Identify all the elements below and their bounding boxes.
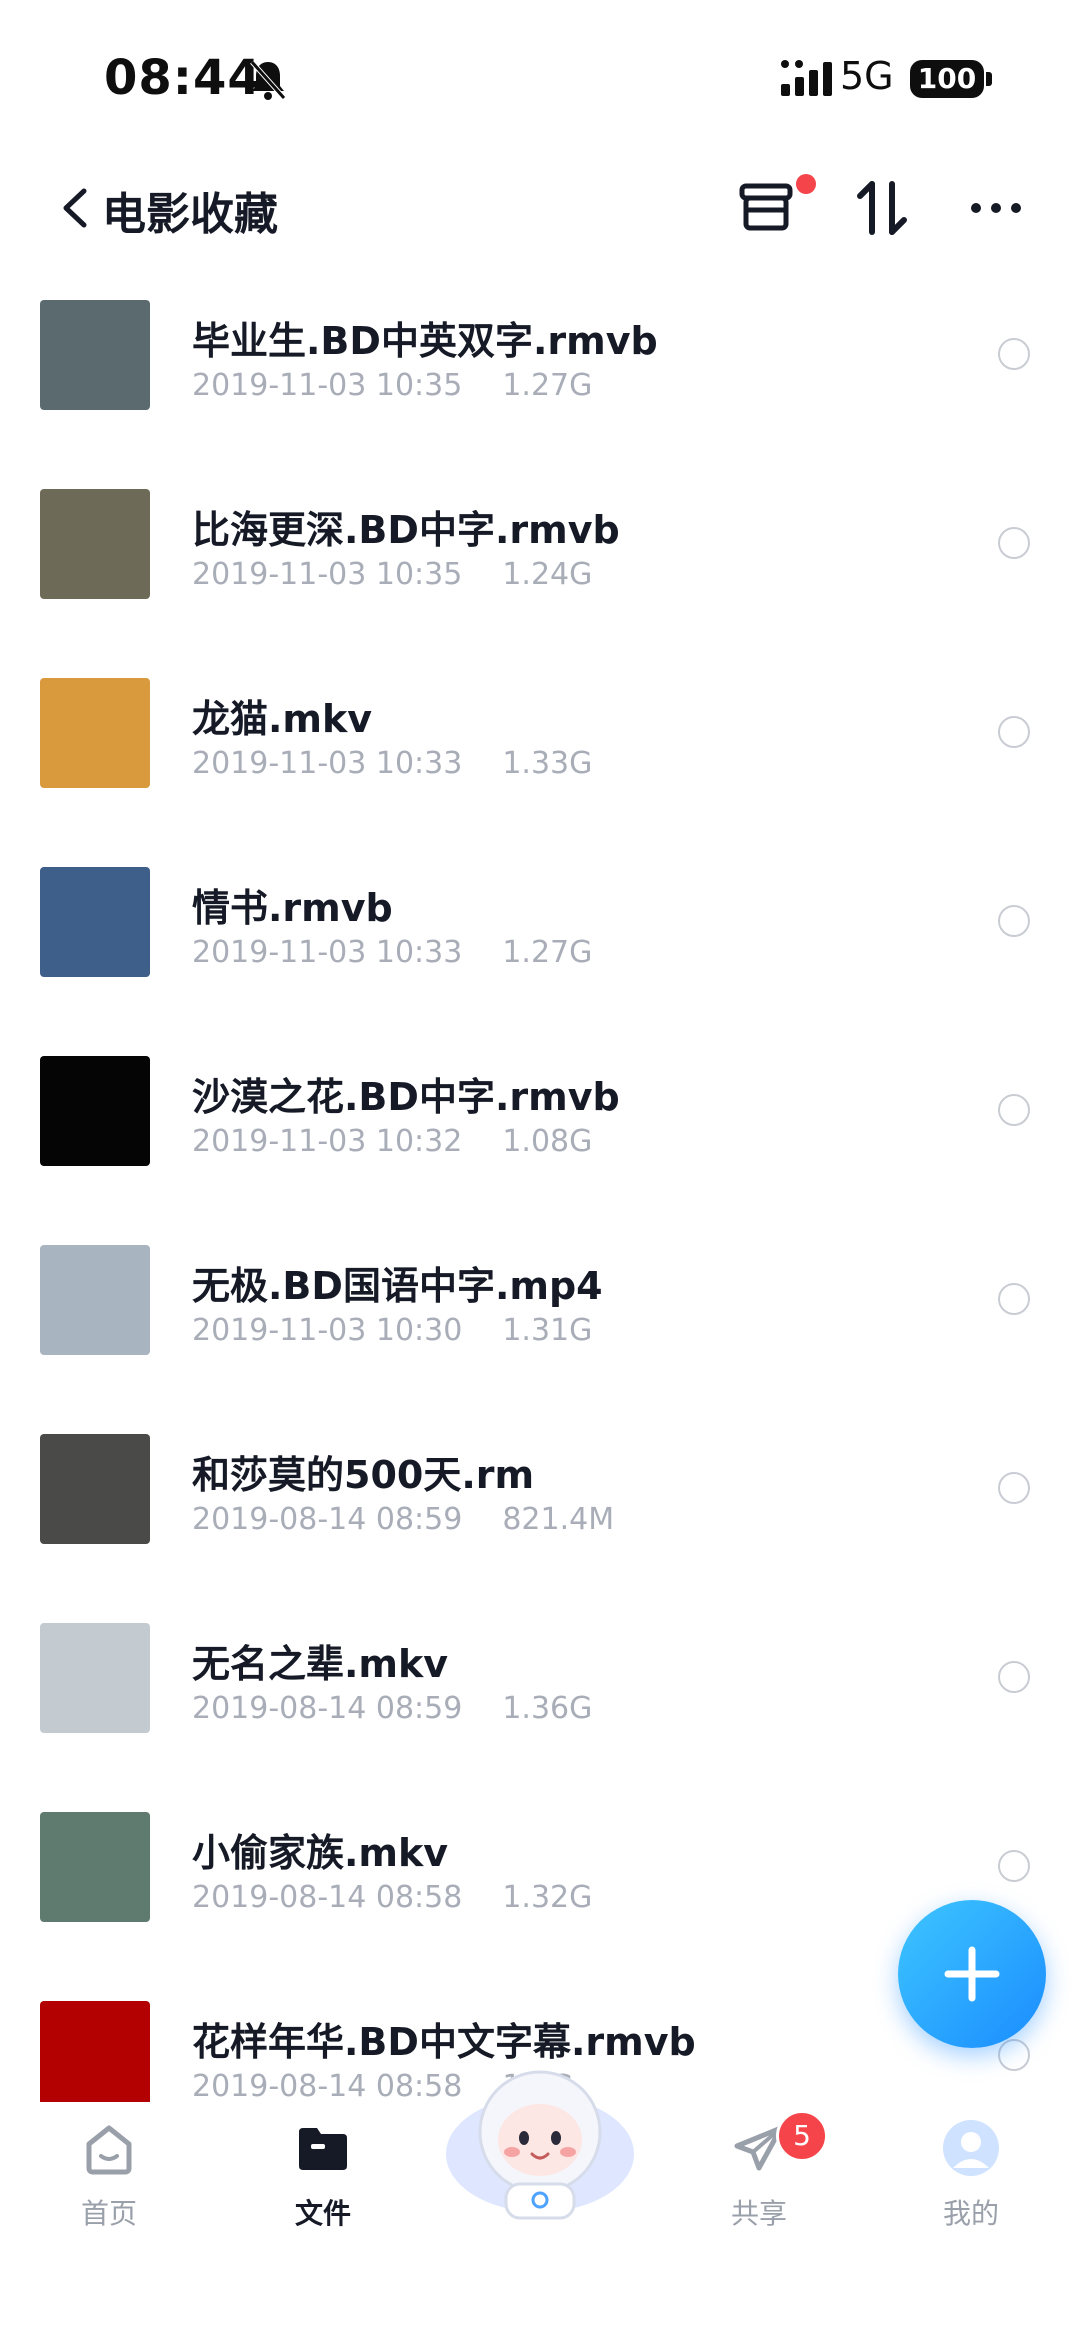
tab-files[interactable]: 文件 [258, 2118, 388, 2238]
video-thumbnail [40, 678, 150, 788]
file-meta: 2019-11-03 10:33 1.33G [192, 746, 592, 781]
file-size: 821.4M [502, 1502, 615, 1537]
sort-icon[interactable] [846, 170, 922, 246]
inbox-tray-icon[interactable] [730, 170, 806, 246]
notification-dot [796, 174, 816, 194]
tab-profile-label: 我的 [942, 2197, 999, 2230]
assistant-mascot-icon[interactable] [440, 2062, 640, 2222]
file-name: 和莎莫的500天.rm [192, 1453, 535, 1497]
select-checkbox[interactable] [998, 1094, 1030, 1126]
select-checkbox[interactable] [998, 527, 1030, 559]
select-checkbox[interactable] [998, 2039, 1030, 2071]
video-thumbnail [40, 1434, 150, 1544]
file-size: 1.32G [502, 1880, 593, 1915]
file-size: 1.27G [502, 935, 593, 970]
file-meta: 2019-11-03 10:30 1.31G [192, 1313, 592, 1348]
video-thumbnail [40, 2001, 150, 2102]
select-checkbox[interactable] [998, 716, 1030, 748]
file-date: 2019-11-03 10:32 [192, 1124, 463, 1159]
video-thumbnail [40, 1812, 150, 1922]
file-date: 2019-08-14 08:58 [192, 2069, 463, 2102]
clock: 08:44 [104, 50, 262, 106]
share-badge: 5 [776, 2110, 828, 2162]
file-meta: 2019-08-14 08:58 1.32G [192, 1880, 592, 1915]
video-thumbnail [40, 1056, 150, 1166]
file-size: 1.33G [502, 746, 593, 781]
more-options-icon[interactable] [960, 170, 1036, 246]
file-name: 无极.BD国语中字.mp4 [192, 1264, 603, 1308]
file-name: 沙漠之花.BD中字.rmvb [192, 1075, 620, 1119]
file-row[interactable]: 无名之辈.mkv 2019-08-14 08:59 1.36G [0, 1603, 1080, 1792]
file-meta: 2019-08-14 08:59 1.36G [192, 1691, 592, 1726]
plus-icon [944, 1946, 1000, 2002]
file-meta: 2019-11-03 10:32 1.08G [192, 1124, 592, 1159]
folder-icon [299, 2128, 347, 2170]
file-row[interactable]: 比海更深.BD中字.rmvb 2019-11-03 10:35 1.24G [0, 469, 1080, 658]
file-date: 2019-11-03 10:30 [192, 1313, 463, 1348]
file-name: 情书.rmvb [192, 886, 393, 930]
file-meta: 2019-11-03 10:35 1.27G [192, 368, 592, 403]
page-title: 电影收藏 [102, 189, 278, 240]
video-thumbnail [40, 1623, 150, 1733]
select-checkbox[interactable] [998, 1472, 1030, 1504]
tab-files-label: 文件 [294, 2197, 351, 2230]
file-row[interactable]: 无极.BD国语中字.mp4 2019-11-03 10:30 1.31G [0, 1225, 1080, 1414]
file-row[interactable]: 龙猫.mkv 2019-11-03 10:33 1.33G [0, 658, 1080, 847]
file-date: 2019-11-03 10:33 [192, 746, 463, 781]
video-thumbnail [40, 1245, 150, 1355]
add-button[interactable] [898, 1900, 1046, 2048]
video-thumbnail [40, 300, 150, 410]
file-list: 毕业生.BD中英双字.rmvb 2019-11-03 10:35 1.27G 比海更深… [0, 280, 1080, 2102]
file-row[interactable]: 情书.rmvb 2019-11-03 10:33 1.27G [0, 847, 1080, 1036]
file-meta: 2019-08-14 08:59 821.4M [192, 1502, 614, 1537]
status-bar: 08:44 5G 100 [0, 0, 1080, 150]
file-row[interactable]: 和莎莫的500天.rm 2019-08-14 08:59 821.4M [0, 1414, 1080, 1603]
select-checkbox[interactable] [998, 1661, 1030, 1693]
file-name: 毕业生.BD中英双字.rmvb [192, 319, 658, 363]
file-size: 1.27G [502, 368, 593, 403]
file-meta: 2019-11-03 10:33 1.27G [192, 935, 592, 970]
file-size: 1.31G [502, 1313, 593, 1348]
tab-home[interactable]: 首页 [44, 2118, 174, 2238]
profile-icon [943, 2120, 999, 2176]
file-size: 1.08G [502, 1124, 593, 1159]
file-date: 2019-11-03 10:33 [192, 935, 463, 970]
battery-indicator: 100 [910, 60, 984, 98]
video-thumbnail [40, 489, 150, 599]
file-date: 2019-11-03 10:35 [192, 368, 463, 403]
tab-share-label: 共享 [730, 2197, 787, 2230]
file-date: 2019-08-14 08:59 [192, 1502, 463, 1537]
file-size: 1.24G [502, 557, 593, 592]
select-checkbox[interactable] [998, 1850, 1030, 1882]
battery-cap [986, 72, 992, 86]
file-row[interactable]: 沙漠之花.BD中字.rmvb 2019-11-03 10:32 1.08G [0, 1036, 1080, 1225]
file-row[interactable]: 毕业生.BD中英双字.rmvb 2019-11-03 10:35 1.27G [0, 280, 1080, 469]
select-checkbox[interactable] [998, 1283, 1030, 1315]
file-name: 比海更深.BD中字.rmvb [192, 508, 620, 552]
network-type: 5G [840, 54, 894, 98]
file-size: 1.36G [502, 1691, 593, 1726]
file-date: 2019-11-03 10:35 [192, 557, 463, 592]
file-name: 无名之辈.mkv [192, 1642, 449, 1686]
bell-muted-icon [250, 60, 286, 100]
file-name: 龙猫.mkv [192, 697, 373, 741]
back-arrow-icon[interactable] [58, 185, 92, 231]
file-name: 花样年华.BD中文字幕.rmvb [192, 2020, 696, 2064]
tab-home-label: 首页 [80, 2197, 137, 2230]
select-checkbox[interactable] [998, 338, 1030, 370]
file-date: 2019-08-14 08:58 [192, 1880, 463, 1915]
select-checkbox[interactable] [998, 905, 1030, 937]
tab-profile[interactable]: 我的 [906, 2118, 1036, 2238]
file-meta: 2019-11-03 10:35 1.24G [192, 557, 592, 592]
video-thumbnail [40, 867, 150, 977]
file-name: 小偷家族.mkv [192, 1831, 449, 1875]
file-date: 2019-08-14 08:59 [192, 1691, 463, 1726]
home-icon [86, 2125, 132, 2175]
